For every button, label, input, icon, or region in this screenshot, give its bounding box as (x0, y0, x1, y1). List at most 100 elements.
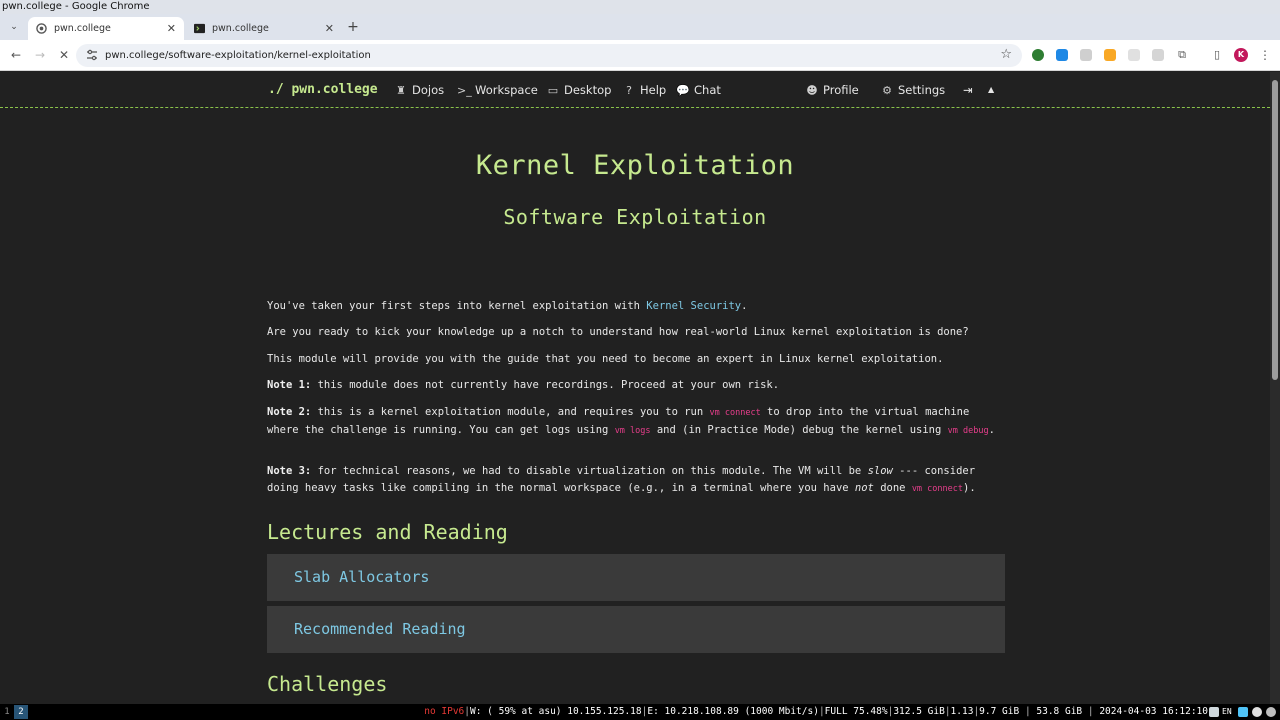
castle-icon: ♜ (396, 84, 406, 97)
note-label: Note 1: (267, 379, 312, 391)
tab-search-icon[interactable]: ⌄ (6, 20, 22, 34)
url-text: pwn.college/software-exploitation/kernel… (105, 50, 371, 61)
stop-loading-icon[interactable]: ✕ (56, 47, 72, 63)
nav-label: Chat (694, 83, 721, 97)
lecture-item-slab-allocators[interactable]: Slab Allocators (267, 554, 1005, 601)
note-text: done (873, 481, 912, 494)
close-tab-icon[interactable]: ✕ (167, 17, 176, 40)
note-1: Note 1: this module does not currently h… (267, 377, 1007, 394)
nav-label: Dojos (412, 83, 445, 97)
side-panel-icon[interactable]: ▯ (1209, 47, 1225, 63)
note-text: and (in Practice Mode) debug the kernel … (650, 423, 948, 436)
lecture-title: Slab Allocators (294, 568, 430, 586)
extension-doc-icon[interactable] (1152, 49, 1164, 61)
memory-used: 9.7 GiB (979, 706, 1020, 717)
note-3: Note 3: for technical reasons, we had to… (267, 463, 1007, 497)
tray-keyboard-icon[interactable] (1209, 707, 1219, 717)
close-tab-icon[interactable]: ✕ (325, 17, 334, 40)
tray-display-icon[interactable] (1238, 707, 1248, 717)
note-label: Note 2: (267, 406, 312, 418)
load-average: 1.13 (950, 706, 974, 717)
nav-label: Workspace (475, 83, 538, 97)
inline-code: vm debug (947, 425, 989, 436)
intro-paragraph: You've taken your first steps into kerne… (267, 298, 1007, 315)
back-arrow-icon[interactable]: ← (8, 47, 24, 63)
system-status-bar: 1 2 no IPv6|W: ( 59% at asu) 10.155.125.… (0, 704, 1280, 720)
wifi-status: W: ( 59% at asu) 10.155.125.18 (470, 706, 642, 717)
question-icon: ? (626, 84, 632, 97)
note-text: for technical reasons, we had to disable… (311, 465, 868, 477)
chrome-menu-icon[interactable]: ⋮ (1257, 47, 1273, 63)
terminal-favicon-icon (194, 23, 205, 34)
scrollbar-thumb[interactable] (1272, 80, 1278, 380)
ethernet-status: E: 10.218.108.89 (1000 Mbit/s) (647, 706, 819, 717)
extension-blue-icon[interactable] (1056, 49, 1068, 61)
profile-avatar[interactable]: K (1234, 48, 1248, 62)
emphasis-text: slow (867, 465, 893, 477)
inline-code: vm connect (709, 408, 761, 418)
date-time: 2024-04-03 16:12:10 (1099, 706, 1208, 717)
page-content: ./ pwn.college ♜ Dojos >_ Workspace ▭ Deskt… (0, 72, 1270, 704)
note-text: this is a kernel exploitation module, an… (311, 406, 710, 418)
extensions-puzzle-icon[interactable]: ⧉ (1174, 47, 1190, 63)
site-brand-link[interactable]: ./ pwn.college (268, 72, 378, 108)
forward-arrow-icon[interactable]: → (32, 47, 48, 63)
nav-item-workspace[interactable]: >_ Workspace (457, 72, 538, 108)
keyboard-layout[interactable]: EN (1222, 704, 1232, 720)
disk-status: FULL 75.48% (824, 706, 888, 717)
lectures-heading: Lectures and Reading (267, 520, 508, 544)
lecture-title: Recommended Reading (294, 620, 466, 638)
ipv6-status: no IPv6 (424, 706, 465, 717)
site-info-icon[interactable] (86, 49, 98, 61)
gears-icon: ⚙ (882, 84, 892, 97)
page-subtitle: Software Exploitation (503, 205, 767, 229)
status-readout: no IPv6|W: ( 59% at asu) 10.155.125.18|E… (424, 706, 1208, 717)
nav-item-settings[interactable]: ⚙ Settings (880, 72, 945, 108)
browser-toolbar: ← → ✕ pwn.college/software-exploitation/… (0, 40, 1280, 71)
inline-code: vm connect (911, 483, 963, 494)
workspace-2[interactable]: 2 (14, 705, 28, 719)
logout-icon[interactable]: ⇥ (963, 72, 973, 108)
lecture-item-recommended-reading[interactable]: Recommended Reading (267, 606, 1005, 653)
nav-item-profile[interactable]: ☻ Profile (805, 72, 859, 108)
nav-item-desktop[interactable]: ▭ Desktop (546, 72, 612, 108)
tray-network-icon[interactable] (1252, 707, 1262, 717)
terminal-icon: >_ (457, 84, 472, 97)
extension-folder-icon[interactable] (1104, 49, 1116, 61)
note-text: . (988, 423, 995, 436)
nav-item-chat[interactable]: 💬 Chat (676, 72, 721, 108)
tab-strip: ⌄ pwn.college ✕ pwn.college ✕ + (0, 14, 1280, 40)
window-title: pwn.college - Google Chrome (0, 0, 1280, 14)
tray-power-icon[interactable] (1266, 707, 1276, 717)
intro-text: You've taken your first steps into kerne… (267, 300, 647, 312)
tab-label: pwn.college (212, 23, 269, 34)
tab-pwn-college-1[interactable]: pwn.college ✕ (28, 17, 184, 40)
extension-green-icon[interactable] (1032, 49, 1044, 61)
page-scrollbar[interactable] (1270, 72, 1280, 704)
tab-label: pwn.college (54, 23, 111, 34)
paragraph-guide: This module will provide you with the gu… (267, 353, 944, 365)
nav-item-help[interactable]: ? Help (622, 72, 666, 108)
intro-end: . (741, 300, 748, 312)
tab-pwn-college-2[interactable]: pwn.college ✕ (186, 17, 342, 40)
bookmark-star-icon[interactable]: ☆ (1000, 47, 1012, 62)
nav-label: Settings (898, 83, 946, 97)
site-navbar: ./ pwn.college ♜ Dojos >_ Workspace ▭ Deskt… (0, 72, 1270, 108)
extension-grey-icon[interactable] (1080, 49, 1092, 61)
note-label: Note 3: (267, 465, 312, 477)
inline-code: vm logs (614, 425, 651, 436)
challenges-heading: Challenges (267, 672, 388, 696)
address-bar[interactable]: pwn.college/software-exploitation/kernel… (76, 44, 1022, 67)
workspace-1[interactable]: 1 (0, 705, 14, 719)
new-tab-icon[interactable]: + (346, 18, 360, 36)
nav-item-dojos[interactable]: ♜ Dojos (394, 72, 444, 108)
caret-up-icon[interactable]: ▲ (988, 72, 994, 108)
nav-label: Desktop (564, 83, 612, 97)
extension-light-icon[interactable] (1128, 49, 1140, 61)
kernel-security-link[interactable]: Kernel Security (646, 300, 741, 312)
nav-label: Profile (823, 83, 859, 97)
nav-label: Help (640, 83, 667, 97)
paragraph-ready: Are you ready to kick your knowledge up … (267, 326, 969, 338)
user-icon: ☻ (806, 84, 818, 97)
page-title: Kernel Exploitation (475, 150, 795, 181)
